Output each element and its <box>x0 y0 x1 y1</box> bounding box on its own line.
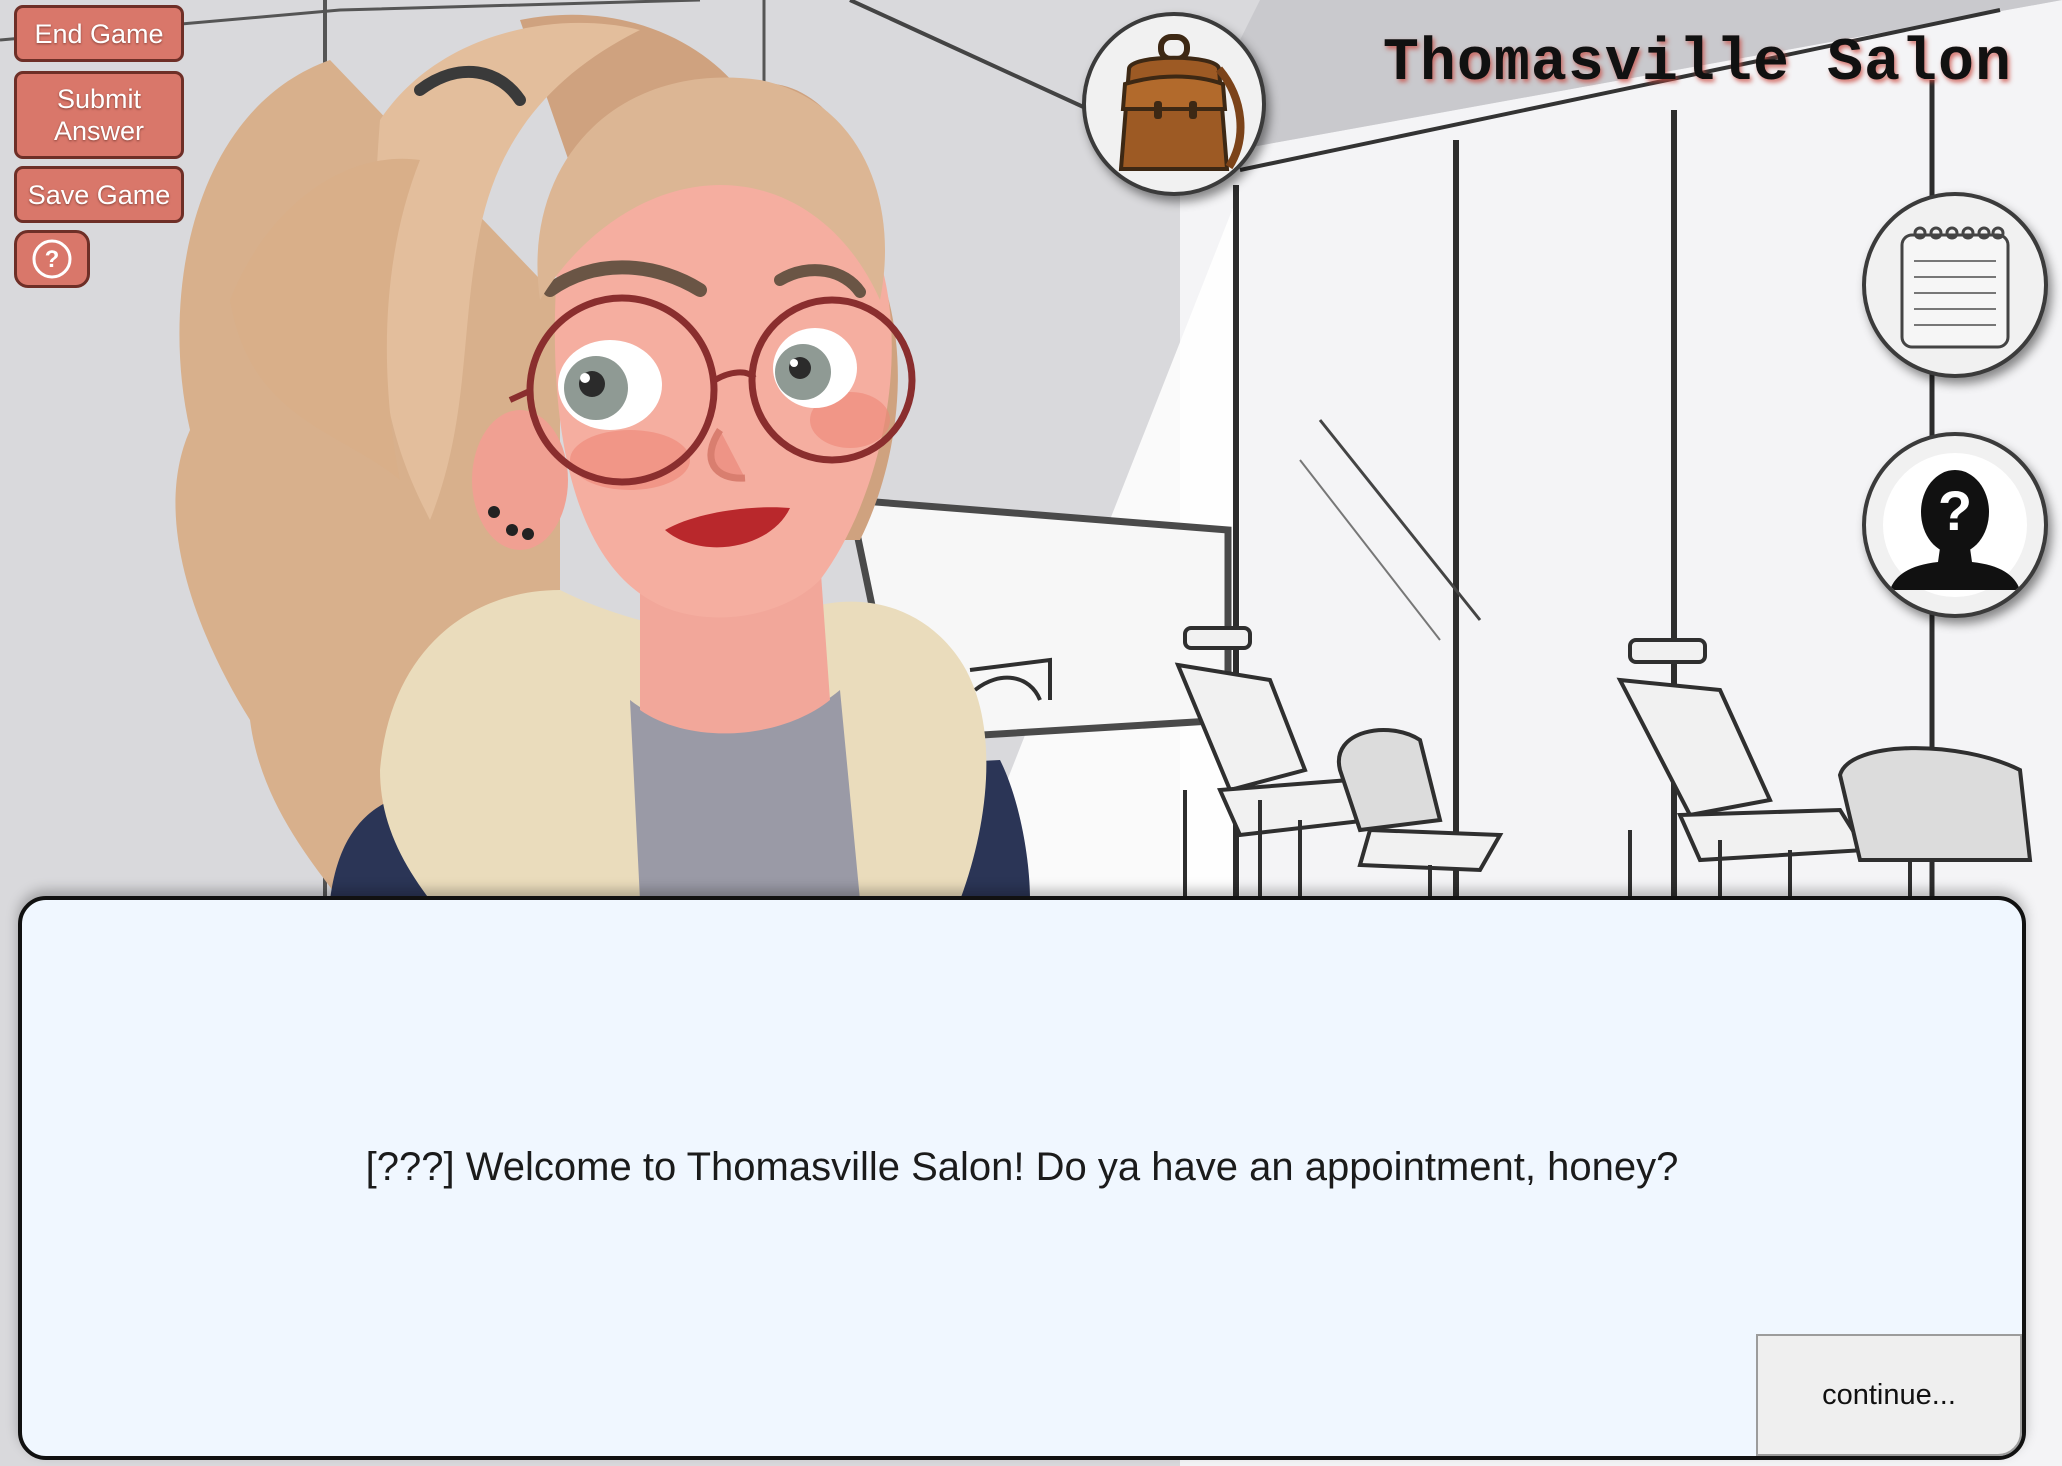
save-game-button[interactable]: Save Game <box>14 166 184 223</box>
dialog-text: [???] Welcome to Thomasville Salon! Do y… <box>365 1145 1679 1189</box>
dialog-box: [???] Welcome to Thomasville Salon! Do y… <box>18 896 2026 1460</box>
notepad-button[interactable] <box>1862 192 2048 378</box>
backpack-button[interactable] <box>1082 12 1266 196</box>
backpack-icon <box>1118 34 1245 171</box>
notepad-icon <box>1900 226 2010 349</box>
svg-text:?: ? <box>1938 479 1972 542</box>
submit-answer-button[interactable]: Submit Answer <box>14 71 184 159</box>
end-game-button[interactable]: End Game <box>14 5 184 62</box>
suspect-button[interactable]: ? <box>1862 432 2048 618</box>
unknown-person-icon: ? <box>1883 453 2027 597</box>
help-button[interactable]: ? <box>14 230 90 288</box>
svg-text:?: ? <box>45 246 60 273</box>
continue-button[interactable]: continue... <box>1756 1334 2022 1456</box>
question-circle-icon: ? <box>32 239 72 279</box>
location-title: Thomasville Salon <box>1382 30 2012 98</box>
